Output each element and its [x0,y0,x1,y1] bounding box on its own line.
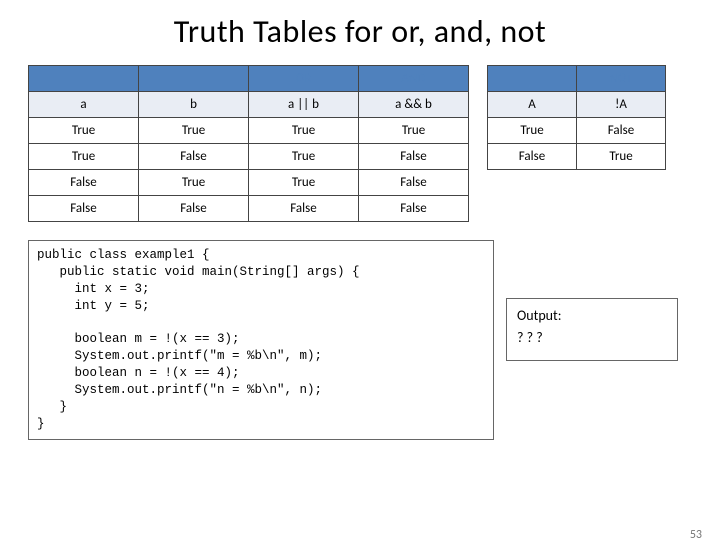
hdr-blank-1 [29,66,139,92]
cell: True [29,144,139,170]
code-line: boolean n = !(x == 4); [37,366,240,380]
code-line: int x = 3; [37,282,150,296]
output-box: Output: ? ? ? [506,298,678,361]
hdr-not: NOT [577,66,666,92]
cell: False [577,118,666,144]
cell: True [359,118,469,144]
code-line: } [37,400,67,414]
cell: True [488,118,577,144]
truth-table-not: NOT A !A True False False True [487,65,666,170]
cell: False [359,196,469,222]
table-row: True True True True [29,118,469,144]
code-line: public class example1 { [37,248,210,262]
output-value: ? ? ? [517,327,667,349]
hdr-blank-2 [139,66,249,92]
cell: False [139,144,249,170]
table-row: False True [488,144,666,170]
col-notA: !A [577,92,666,118]
page-number: 53 [690,528,702,540]
code-line: System.out.printf("n = %b\n", n); [37,383,322,397]
table-row: True False [488,118,666,144]
cell: True [139,118,249,144]
cell: False [139,196,249,222]
code-line: public static void main(String[] args) { [37,265,360,279]
cell: False [359,170,469,196]
cell: False [29,196,139,222]
cell: False [29,170,139,196]
code-line: } [37,417,45,431]
table-row: False False False False [29,196,469,222]
col-or: a || b [249,92,359,118]
cell: True [29,118,139,144]
table-row: False True True False [29,170,469,196]
hdr-blank-not [488,66,577,92]
cell: False [249,196,359,222]
cell: True [139,170,249,196]
cell: True [249,170,359,196]
truth-table-or-and: OR AND a b a || b a && b True True True … [28,65,469,222]
cell: True [249,144,359,170]
col-and: a && b [359,92,469,118]
code-line: int y = 5; [37,299,150,313]
cell: False [488,144,577,170]
output-label: Output: [517,305,667,327]
col-A: A [488,92,577,118]
hdr-or: OR [249,66,359,92]
hdr-and: AND [359,66,469,92]
code-sample: public class example1 { public static vo… [28,240,494,440]
code-line: System.out.printf("m = %b\n", m); [37,349,322,363]
col-b: b [139,92,249,118]
page-title: Truth Tables for or, and, not [0,12,720,51]
col-a: a [29,92,139,118]
cell: True [577,144,666,170]
table-row: True False True False [29,144,469,170]
code-line: boolean m = !(x == 3); [37,332,240,346]
cell: True [249,118,359,144]
tables-row: OR AND a b a || b a && b True True True … [0,65,720,222]
cell: False [359,144,469,170]
